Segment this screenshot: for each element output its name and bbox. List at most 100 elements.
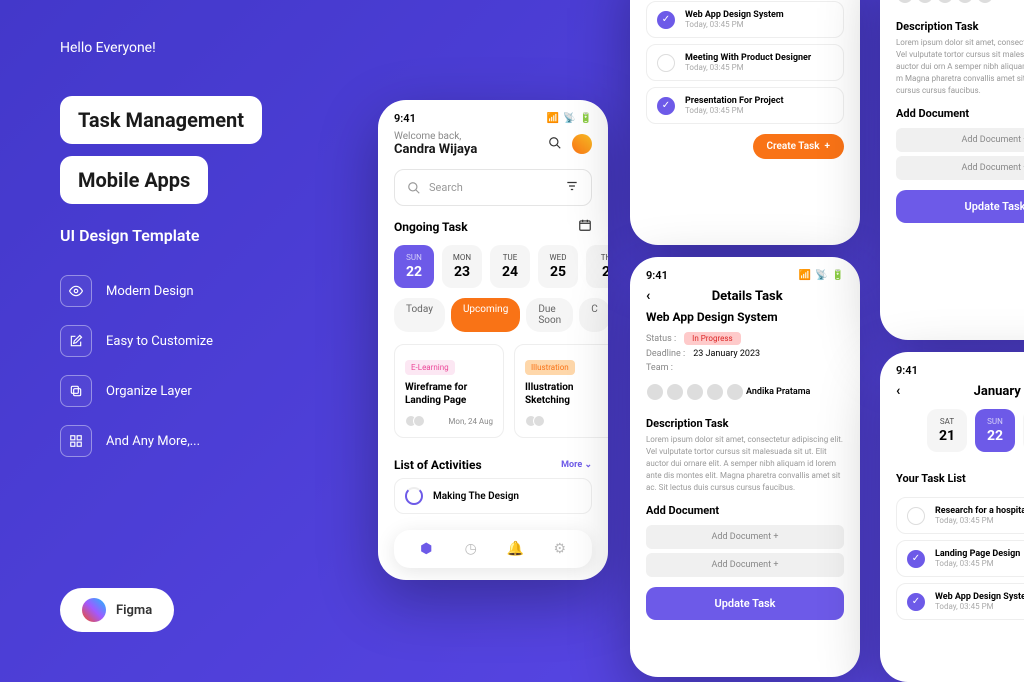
update-task-button[interactable]: Update Task (896, 190, 1024, 223)
team-avatar (726, 383, 744, 401)
more-link[interactable]: More ⌄ (561, 460, 592, 470)
day-wed[interactable]: WED25 (538, 245, 578, 288)
task-row[interactable]: ✓ Landing Page DesignToday, 03:45 PM (896, 540, 1024, 577)
phone-details: 9:41 📶📡🔋 ‹ Details Task Web App Design S… (630, 257, 860, 677)
layers-icon (60, 375, 92, 407)
deadline-label: Deadline : (646, 349, 685, 359)
status-bar: 9:41 📶📡🔋 (630, 257, 860, 288)
figma-badge: Figma (60, 588, 174, 632)
figma-icon (82, 598, 106, 622)
tab-c[interactable]: C (579, 298, 608, 332)
activities-label: List of Activities (394, 458, 482, 472)
member-avatar (533, 415, 545, 427)
update-task-button[interactable]: Update Task (646, 587, 844, 620)
phone-calendar: 9:41 📶📡🔋 ‹ January SAT21 SUN22 MON23 You… (880, 352, 1024, 682)
add-document-heading: Add Document (630, 494, 860, 521)
badge-elearning: E-Learning (405, 360, 455, 375)
status-label: Status : (646, 334, 676, 344)
checkbox-done-icon[interactable]: ✓ (657, 11, 675, 29)
hello-text: Hello Everyone! (60, 40, 360, 56)
member-avatar (413, 415, 425, 427)
headline-pill-1: Task Management (60, 96, 262, 144)
tab-due-soon[interactable]: Due Soon (526, 298, 573, 332)
deadline-value: 23 January 2023 (693, 349, 760, 359)
feature-organize: Organize Layer (60, 375, 360, 407)
checkbox-done-icon[interactable]: ✓ (907, 550, 925, 568)
add-document-button[interactable]: Add Document + (646, 553, 844, 577)
bottom-nav: ⬢ ◷ 🔔 ⚙ (394, 530, 592, 568)
team-avatar (936, 0, 954, 4)
team-avatar (666, 383, 684, 401)
day-sun[interactable]: SUN22 (394, 245, 434, 288)
wifi-icon: 📡 (815, 270, 827, 281)
signal-icon: 📶 (799, 270, 811, 281)
user-name: Candra Wijaya (394, 142, 477, 157)
feature-modern-design: Modern Design (60, 275, 360, 307)
battery-icon: 🔋 (580, 113, 592, 124)
day-sat[interactable]: SAT21 (927, 409, 967, 452)
task-card-wireframe[interactable]: E-Learning Wireframe for Landing Page Mo… (394, 344, 504, 438)
avatar[interactable] (572, 134, 592, 154)
ongoing-label: Ongoing Task (394, 220, 468, 234)
phone-home: 9:41 📶📡🔋 Welcome back, Candra Wijaya Sea… (378, 100, 608, 580)
team-avatar (976, 0, 994, 4)
status-bar: 9:41 📶📡🔋 (880, 352, 1024, 383)
day-picker[interactable]: SAT21 SUN22 MON23 (880, 399, 1024, 462)
nav-bell-icon[interactable]: 🔔 (506, 540, 524, 558)
task-card-illustration[interactable]: Illustration Illustration Sketching (514, 344, 608, 438)
task-row[interactable]: Research for a hospital apToday, 03:45 P… (896, 497, 1024, 534)
day-tue[interactable]: TUE24 (490, 245, 530, 288)
welcome-text: Welcome back, (394, 131, 477, 142)
task-row[interactable]: ✓ Presentation For ProjectToday, 03:45 P… (646, 87, 844, 124)
team-avatar (916, 0, 934, 4)
checkbox-done-icon[interactable]: ✓ (907, 593, 925, 611)
nav-settings-icon[interactable]: ⚙ (551, 540, 569, 558)
nav-home-icon[interactable]: ⬢ (417, 540, 435, 558)
team-avatar (896, 0, 914, 4)
nav-clock-icon[interactable]: ◷ (462, 540, 480, 558)
eye-icon (60, 275, 92, 307)
feature-more: And Any More,... (60, 425, 360, 457)
task-row[interactable]: ✓ Web App Design SystemToday, 03:45 PM (646, 1, 844, 38)
tab-today[interactable]: Today (394, 298, 445, 332)
task-row[interactable]: Meeting With Product DesignerToday, 03:4… (646, 44, 844, 81)
feature-customize: Easy to Customize (60, 325, 360, 357)
phone-task-list: ✓ Today, 03:45 PM ✓ Web App Design Syste… (630, 0, 860, 245)
team-avatar (706, 383, 724, 401)
status-badge: In Progress (684, 332, 740, 345)
checkbox-done-icon[interactable]: ✓ (657, 97, 675, 115)
add-document-button[interactable]: Add Document + (896, 156, 1024, 180)
team-avatar (686, 383, 704, 401)
checkbox-icon[interactable] (907, 507, 925, 525)
create-task-button[interactable]: Create Task + (753, 134, 845, 159)
search-icon[interactable] (548, 135, 562, 154)
signal-icon: 📶 (547, 113, 559, 124)
add-document-button[interactable]: Add Document + (646, 525, 844, 549)
activity-item[interactable]: Making The Design (394, 478, 592, 514)
task-row[interactable]: ✓ Web App Design SystemToday, 03:45 PM (896, 583, 1024, 620)
status-bar: 9:41 📶📡🔋 (378, 100, 608, 131)
task-name: Web App Design System (630, 304, 860, 330)
team-label: Team : (646, 363, 673, 373)
team-avatar (956, 0, 974, 4)
edit-icon (60, 325, 92, 357)
battery-icon: 🔋 (832, 270, 844, 281)
checkbox-icon[interactable] (657, 54, 675, 72)
description-text: Lorem ipsum dolor sit amet, consectetur … (630, 434, 860, 494)
your-task-heading: Your Task List (880, 462, 1024, 491)
day-mon[interactable]: MON23 (442, 245, 482, 288)
day-sun[interactable]: SUN22 (975, 409, 1015, 452)
headline-pill-2: Mobile Apps (60, 156, 208, 204)
day-picker[interactable]: SUN22 MON23 TUE24 WED25 TH2 (378, 235, 608, 298)
progress-ring-icon (405, 487, 423, 505)
day-thu[interactable]: TH2 (586, 245, 608, 288)
search-input[interactable]: Search (394, 169, 592, 206)
filter-icon[interactable] (565, 178, 579, 197)
description-text: Lorem ipsum dolor sit amet, consectetur … (880, 37, 1024, 97)
add-document-button[interactable]: Add Document + (896, 128, 1024, 152)
description-heading: Description Task (880, 12, 1024, 37)
tab-upcoming[interactable]: Upcoming (451, 298, 520, 332)
calendar-icon[interactable] (578, 218, 592, 235)
month-label: January (900, 384, 1024, 399)
badge-illustration: Illustration (525, 360, 575, 375)
